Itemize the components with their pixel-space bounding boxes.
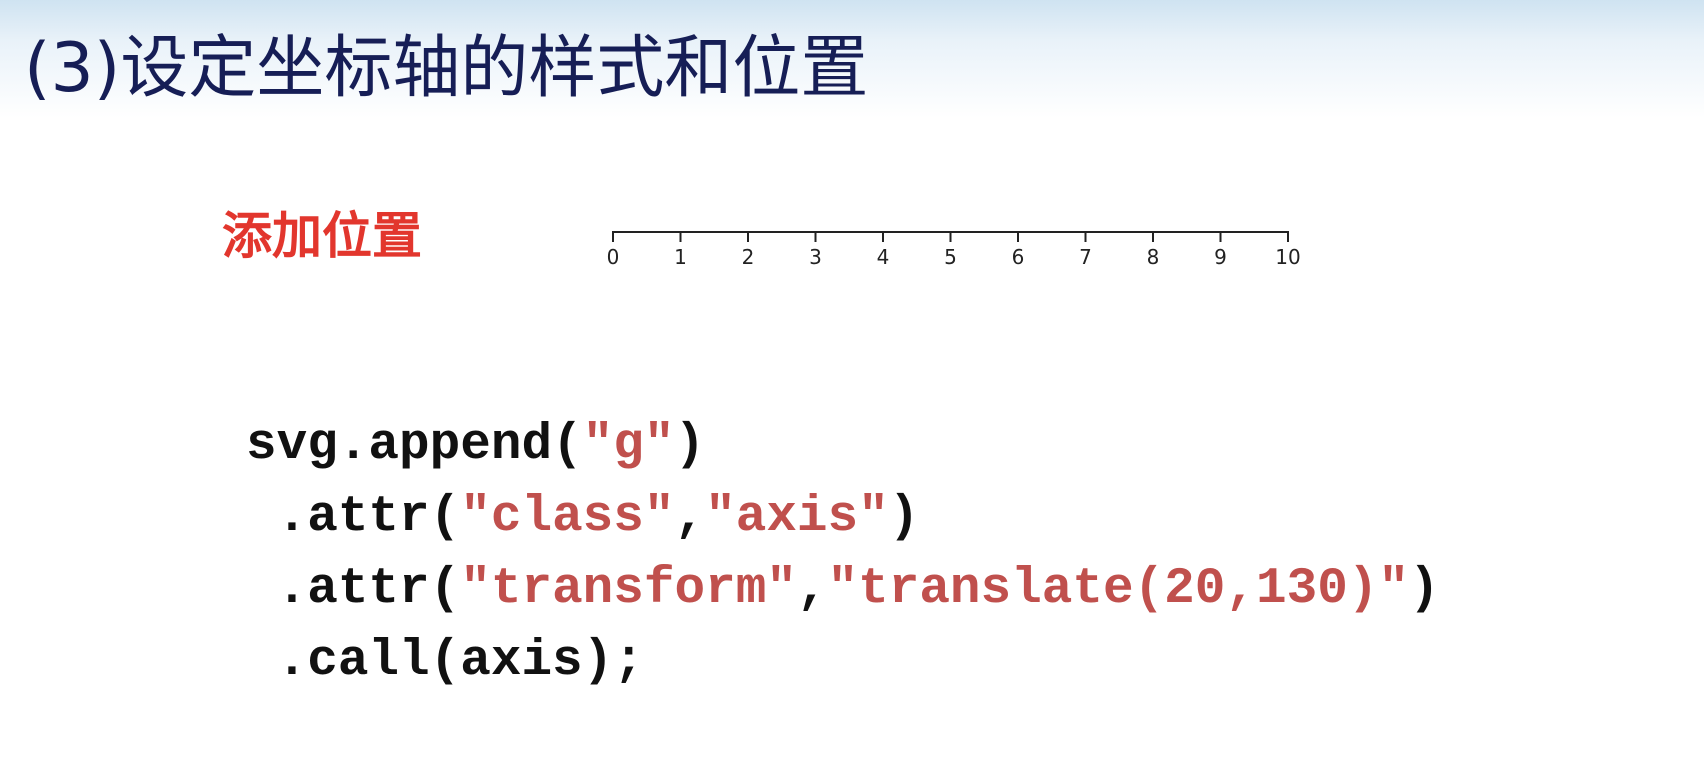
code-line-2: .attr("class","axis") (246, 482, 1440, 554)
code-line-1: svg.append("g") (246, 410, 1440, 482)
axis-tick-label: 7 (1079, 245, 1092, 269)
code-text: .call(axis); (246, 633, 644, 690)
code-block: svg.append("g") .attr("class","axis") .a… (246, 410, 1440, 698)
axis-tick-label: 6 (1012, 245, 1025, 269)
code-string: "translate(20,130)" (827, 561, 1410, 618)
axis-tick-label: 2 (742, 245, 755, 269)
code-text: .attr( (246, 489, 461, 546)
axis-tick-label: 9 (1214, 245, 1227, 269)
axis-tick-label: 1 (674, 245, 687, 269)
code-text: ) (888, 489, 920, 546)
axis-tick-label: 4 (877, 245, 890, 269)
code-text: ) (1409, 561, 1440, 618)
code-text: , (674, 489, 706, 546)
code-text: .attr( (246, 561, 461, 618)
axis-tick-label: 0 (607, 245, 620, 269)
code-string: "class" (460, 489, 675, 546)
axis-tick-label: 3 (809, 245, 822, 269)
axis-example: 0 1 2 3 4 5 6 7 8 9 10 (607, 231, 1301, 269)
code-string: "transform" (460, 561, 797, 618)
code-text: ) (674, 417, 706, 474)
code-text: , (796, 561, 828, 618)
section-label: 添加位置 (222, 207, 422, 265)
code-line-3: .attr("transform","translate(20,130)") (246, 554, 1440, 626)
code-string: "g" (582, 417, 675, 474)
axis-tick-label: 8 (1147, 245, 1160, 269)
code-line-4: .call(axis); (246, 626, 1440, 698)
axis-group: 0 1 2 3 4 5 6 7 8 9 10 (607, 231, 1301, 269)
axis-tick-label: 5 (944, 245, 957, 269)
slide-title: (3)设定坐标轴的样式和位置 (24, 29, 869, 108)
code-string: "axis" (705, 489, 889, 546)
code-text: svg.append( (246, 417, 583, 474)
axis-tick-label: 10 (1275, 245, 1300, 269)
